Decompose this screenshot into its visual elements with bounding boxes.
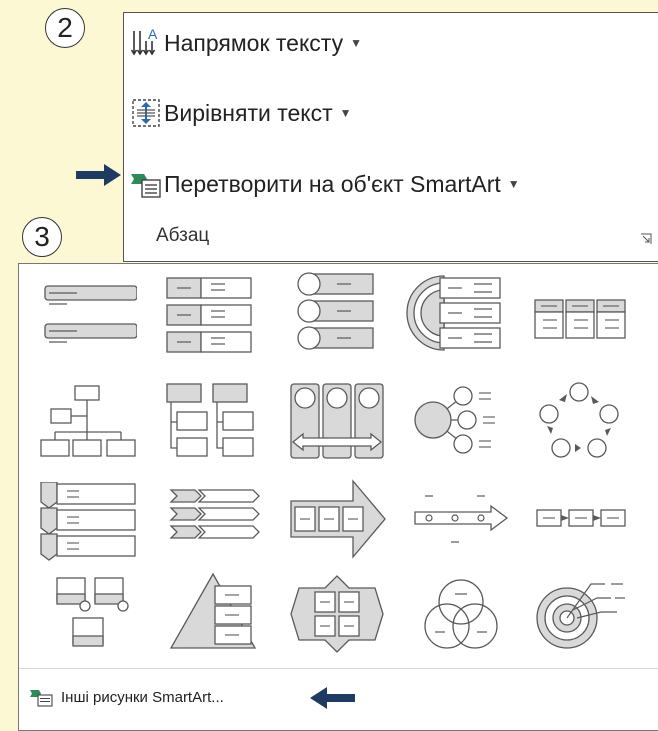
smartart-icon: [131, 174, 161, 198]
align-text-button[interactable]: Вирівняти текст ▼: [130, 97, 352, 129]
smartart-layout-radial-list[interactable]: [411, 382, 511, 462]
smartart-layout-process-arrows[interactable]: [287, 479, 387, 559]
smartart-layout-vertical-bullet[interactable]: [157, 276, 257, 356]
smartart-layout-organization-chart[interactable]: [37, 384, 137, 464]
align-text-label: Вирівняти текст: [164, 99, 333, 126]
smartart-layout-nested-arc-list[interactable]: [404, 274, 504, 354]
step-3-badge: 3: [22, 217, 62, 257]
smartart-layout-venn[interactable]: [411, 574, 511, 654]
text-direction-label: Напрямок тексту: [164, 29, 344, 56]
chevron-down-icon: ▼: [339, 106, 352, 120]
group-label-paragraph: Абзац: [156, 225, 210, 246]
gallery-footer: Інші рисунки SmartArt...: [19, 668, 658, 731]
smartart-layout-hierarchy-list[interactable]: [157, 382, 257, 462]
smartart-layout-chevron-list[interactable]: [167, 482, 267, 562]
smartart-layout-converging-process[interactable]: [531, 482, 631, 562]
convert-smartart-label: Перетворити на об'єкт SmartArt: [164, 170, 501, 197]
smartart-layout-vertical-chevron-list[interactable]: [37, 482, 137, 562]
smartart-layout-basic-cycle[interactable]: [529, 382, 629, 462]
text-direction-icon: A: [130, 27, 158, 56]
smartart-layout-picture-accent-process[interactable]: [37, 574, 137, 654]
text-direction-button[interactable]: A Напрямок тексту ▼: [130, 27, 362, 59]
chevron-down-icon: ▼: [350, 36, 362, 50]
chevron-down-icon: ▼: [507, 177, 520, 191]
smartart-layout-horizontal-bullet[interactable]: [531, 278, 631, 358]
step-2-badge: 2: [45, 8, 85, 48]
arrow-right-icon: [76, 164, 121, 186]
ribbon-paragraph-group: A Напрямок тексту ▼ Вирівняти текст ▼ Пе…: [123, 12, 658, 262]
smartart-layout-target-list[interactable]: [531, 574, 631, 654]
align-text-icon: [132, 99, 160, 127]
smartart-layout-pyramid-list[interactable]: [167, 570, 267, 650]
convert-to-smartart-button[interactable]: Перетворити на об'єкт SmartArt ▼: [130, 168, 520, 200]
smartart-icon: [30, 690, 53, 707]
smartart-layout-circle-list[interactable]: [287, 272, 387, 352]
smartart-layout-circle-arrow-process[interactable]: [287, 382, 387, 462]
svg-text:A: A: [148, 27, 158, 42]
more-smartart-graphics-link[interactable]: Інші рисунки SmartArt...: [29, 687, 224, 707]
smartart-gallery: Інші рисунки SmartArt...: [18, 263, 658, 731]
smartart-layout-basic-block-list[interactable]: [37, 276, 137, 356]
arrow-left-icon: [310, 687, 355, 709]
more-smartart-graphics-label: Інші рисунки SmartArt...: [61, 688, 224, 706]
smartart-layout-timeline[interactable]: [411, 482, 511, 562]
smartart-layout-matrix[interactable]: [287, 574, 387, 654]
dialog-launcher-icon[interactable]: [640, 233, 652, 245]
